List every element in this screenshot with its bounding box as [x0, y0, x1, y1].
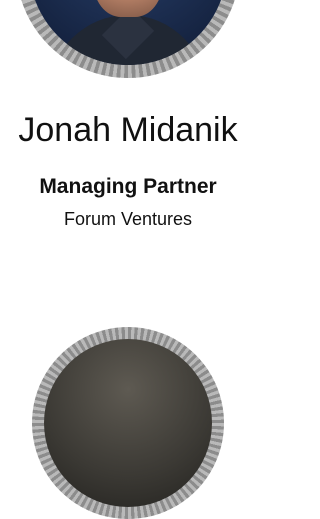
profile-photo	[29, 0, 227, 65]
person-company: Forum Ventures	[63, 209, 193, 229]
photo-face	[93, 0, 163, 17]
next-profile-photo	[44, 339, 212, 507]
person-title: Managing Partner	[39, 175, 217, 198]
profile-photo-ring	[16, 0, 240, 78]
next-profile-photo-ring	[32, 327, 224, 519]
person-name: Jonah Midanik	[18, 111, 238, 149]
